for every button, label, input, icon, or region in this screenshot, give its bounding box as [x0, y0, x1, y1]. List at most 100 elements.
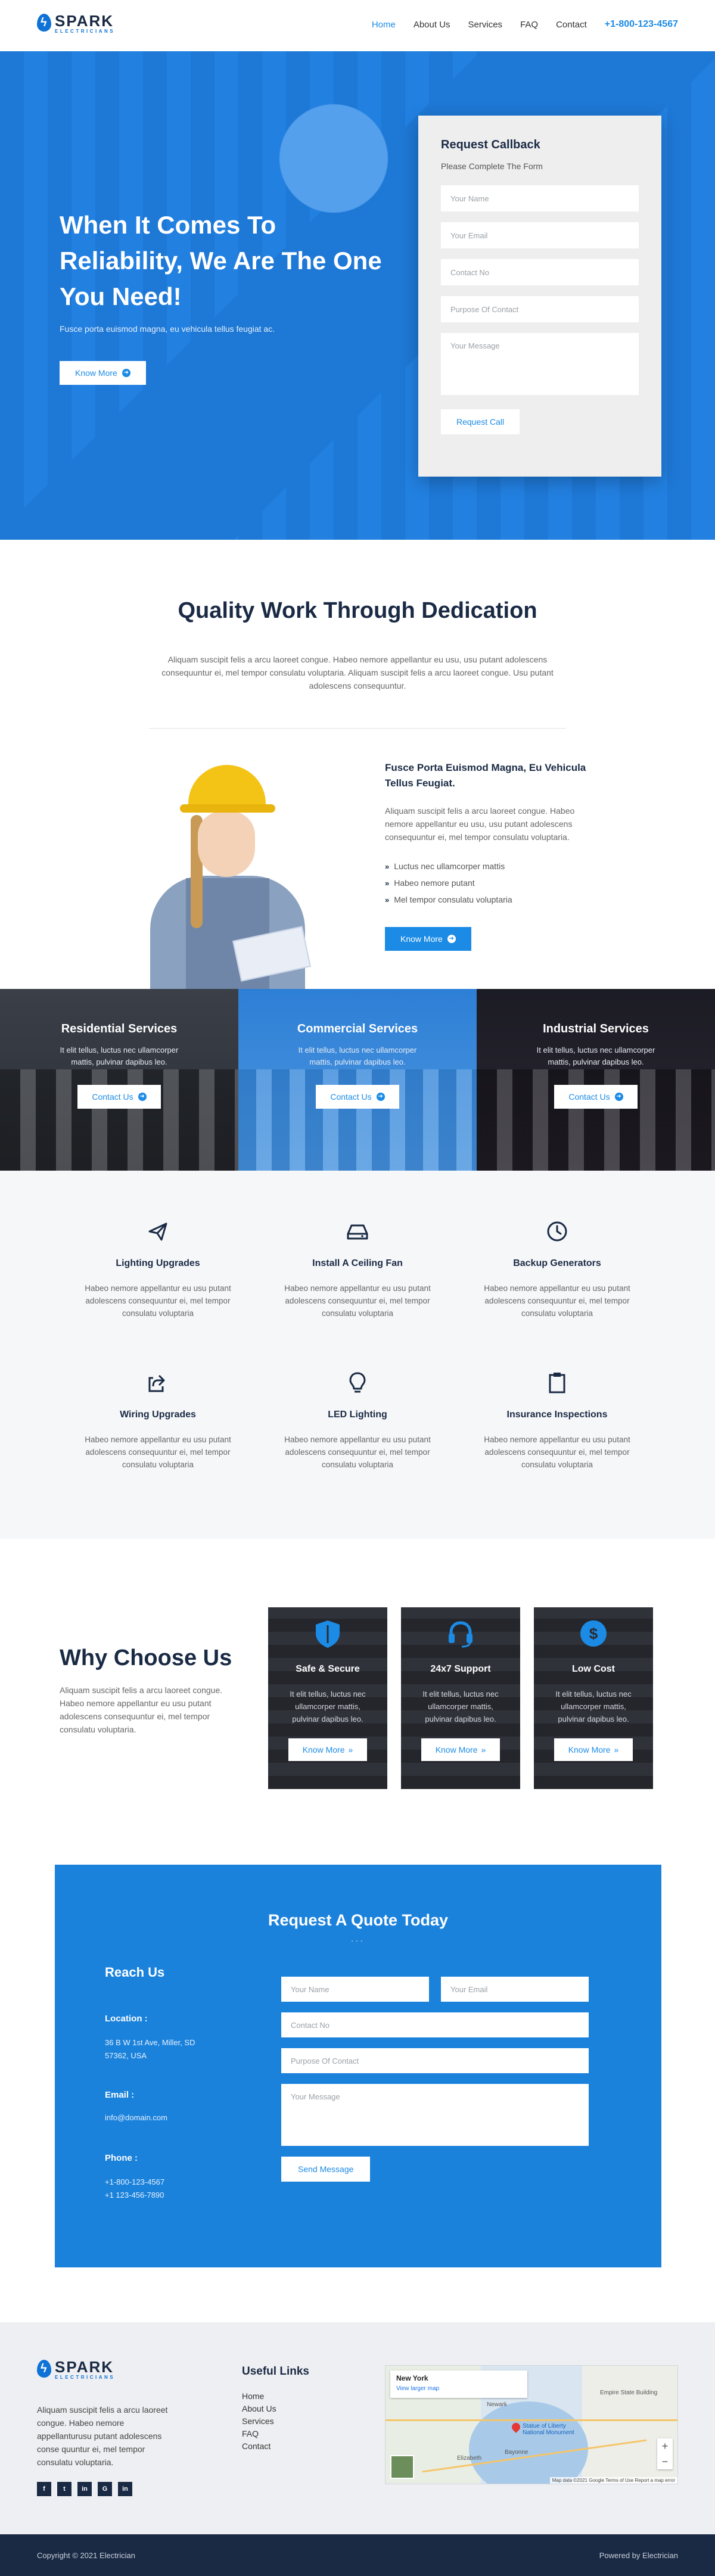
why-card-title: 24x7 Support [430, 1664, 491, 1674]
quote-contact-input[interactable] [281, 2012, 589, 2037]
list-item: » Mel tempor consulatu voluptaria [385, 895, 512, 904]
feature-ceiling-fan: Install A Ceiling Fan Habeo nemore appel… [271, 1218, 444, 1320]
nav-contact[interactable]: Contact [556, 20, 587, 30]
quality-know-more-button[interactable]: Know More ➜ [385, 927, 471, 951]
footer-link-services[interactable]: Services [242, 2415, 276, 2428]
copyright-text: Copyright © 2021 Electrician [37, 2551, 135, 2560]
map-place-name: New York [396, 2374, 428, 2382]
feature-backup-generators: Backup Generators Habeo nemore appellant… [471, 1218, 644, 1320]
safe-secure-know-more-button[interactable]: Know More » [288, 1738, 368, 1761]
footer-link-faq[interactable]: FAQ [242, 2428, 276, 2440]
request-call-button[interactable]: Request Call [441, 409, 520, 434]
brand-logo[interactable]: ϟ SPARK ELECTRICIANS [37, 13, 115, 35]
list-item: » Habeo nemore putant [385, 878, 475, 888]
quote-title: Request A Quote Today [268, 1911, 449, 1929]
zoom-in-button[interactable]: + [657, 2438, 673, 2454]
hero-section: When It Comes To Reliability, We Are The… [0, 51, 715, 540]
callback-purpose-input[interactable] [441, 296, 639, 322]
quote-email-input[interactable] [441, 1977, 589, 2002]
send-message-button[interactable]: Send Message [281, 2157, 371, 2182]
banner-title: Commercial Services [297, 1022, 418, 1035]
brand-tagline: ELECTRICIANS [55, 29, 116, 34]
service-banners: Residential Services It elit tellus, luc… [0, 989, 715, 1171]
phone-value-2[interactable]: +1 123-456-7890 [105, 2189, 200, 2202]
facebook-icon[interactable]: f [37, 2482, 51, 2496]
map-satellite-toggle[interactable] [390, 2455, 414, 2479]
callback-name-input[interactable] [441, 185, 639, 211]
embedded-map[interactable]: Newark Statue of Liberty National Monume… [385, 2365, 678, 2484]
feature-lighting-upgrades: Lighting Upgrades Habeo nemore appellant… [72, 1218, 244, 1320]
logo-bolt-icon: ϟ [37, 2360, 51, 2380]
feature-title: Wiring Upgrades [120, 1410, 196, 1420]
google-plus-icon[interactable]: G [98, 2482, 112, 2496]
twitter-icon[interactable]: t [57, 2482, 72, 2496]
callback-message-input[interactable] [441, 333, 639, 395]
quote-name-input[interactable] [281, 1977, 429, 2002]
banner-text: It elit tellus, luctus nec ullamcorper m… [60, 1046, 179, 1066]
footer-logo[interactable]: ϟ SPARK ELECTRICIANS [37, 2359, 115, 2381]
commercial-contact-button[interactable]: Contact Us ➜ [316, 1085, 399, 1109]
electrician-worker-image [129, 765, 327, 989]
banner-text: It elit tellus, luctus nec ullamcorper m… [536, 1046, 655, 1066]
linkedin-icon[interactable]: in [77, 2482, 92, 2496]
quote-message-input[interactable] [281, 2084, 589, 2146]
nav-faq[interactable]: FAQ [520, 20, 538, 30]
map-label: Bayonne [505, 2449, 529, 2456]
footer-link-home[interactable]: Home [242, 2390, 276, 2403]
why-card-title: Low Cost [572, 1664, 615, 1674]
callback-email-input[interactable] [441, 222, 639, 248]
footer-bottom-bar: Copyright © 2021 Electrician Powered by … [0, 2534, 715, 2576]
low-cost-know-more-button[interactable]: Know More » [554, 1738, 633, 1761]
feature-wiring-upgrades: Wiring Upgrades Habeo nemore appellantur… [72, 1370, 244, 1471]
dollar-icon: $ [580, 1620, 607, 1647]
why-card-support: 24x7 Support It elit tellus, luctus nec … [401, 1607, 520, 1789]
zoom-out-button[interactable]: − [657, 2454, 673, 2469]
industrial-contact-button[interactable]: Contact Us ➜ [554, 1085, 638, 1109]
phone-value-1[interactable]: +1-800-123-4567 [105, 2176, 200, 2189]
nav-services[interactable]: Services [468, 20, 503, 30]
double-chevron-icon: » [348, 1745, 353, 1754]
section-divider [149, 728, 566, 729]
double-chevron-icon: » [481, 1745, 486, 1754]
email-value[interactable]: info@domain.com [105, 2111, 200, 2124]
footer-link-about-us[interactable]: About Us [242, 2403, 276, 2415]
callback-contact-input[interactable] [441, 259, 639, 285]
why-card-text: It elit tellus, luctus nec ullamcorper m… [422, 1690, 499, 1723]
hero-subtitle: Fusce porta euismod magna, eu vehicula t… [60, 324, 275, 334]
instagram-icon[interactable]: in [118, 2482, 132, 2496]
banner-title: Residential Services [61, 1022, 178, 1035]
industrial-services-banner: Industrial Services It elit tellus, luct… [477, 989, 715, 1171]
lightbulb-icon [349, 1372, 366, 1393]
support-know-more-button[interactable]: Know More » [421, 1738, 500, 1761]
quality-bullet-list: » Luctus nec ullamcorper mattis » Habeo ne… [385, 861, 599, 904]
logo-bolt-icon: ϟ [37, 14, 51, 34]
why-card-text: It elit tellus, luctus nec ullamcorper m… [555, 1690, 632, 1723]
quality-details: Fusce Porta Euismod Magna, Eu Vehicula T… [385, 760, 599, 951]
map-attribution: Map data ©2021 Google Terms of Use Repor… [549, 2477, 677, 2484]
footer-link-contact[interactable]: Contact [242, 2440, 276, 2453]
map-label: Empire State Building [600, 2390, 658, 2396]
why-choose-us-title: Why Choose Us [60, 1645, 232, 1670]
quote-form: Send Message [281, 1977, 641, 2182]
map-label: Elizabeth [457, 2455, 482, 2462]
paper-plane-icon [148, 1222, 167, 1241]
feature-insurance-inspections: Insurance Inspections Habeo nemore appel… [471, 1370, 644, 1471]
clock-icon [547, 1221, 567, 1242]
site-footer: ϟ SPARK ELECTRICIANS Aliquam suscipit fe… [0, 2322, 715, 2534]
nav-about-us[interactable]: About Us [414, 20, 450, 30]
quality-heading: Fusce Porta Euismod Magna, Eu Vehicula T… [385, 762, 586, 789]
view-larger-map-link[interactable]: View larger map [396, 2385, 439, 2392]
quote-purpose-input[interactable] [281, 2048, 589, 2073]
powered-by-text: Powered by Electrician [599, 2551, 678, 2560]
header-phone-link[interactable]: +1-800-123-4567 [605, 19, 678, 30]
callback-subtitle: Please Complete The Form [441, 161, 543, 171]
main-nav: Home About Us Services FAQ Contact +1-80… [354, 19, 678, 30]
nav-home[interactable]: Home [372, 20, 396, 30]
footer-about-text: Aliquam suscipit felis a arcu laoreet co… [37, 2405, 168, 2467]
button-label: Know More [302, 1745, 345, 1754]
residential-contact-button[interactable]: Contact Us ➜ [77, 1085, 161, 1109]
hero-know-more-button[interactable]: Know More ➜ [60, 361, 146, 385]
button-label: Contact Us [330, 1092, 372, 1102]
banner-title: Industrial Services [543, 1022, 649, 1035]
feature-title: Install A Ceiling Fan [312, 1258, 403, 1268]
